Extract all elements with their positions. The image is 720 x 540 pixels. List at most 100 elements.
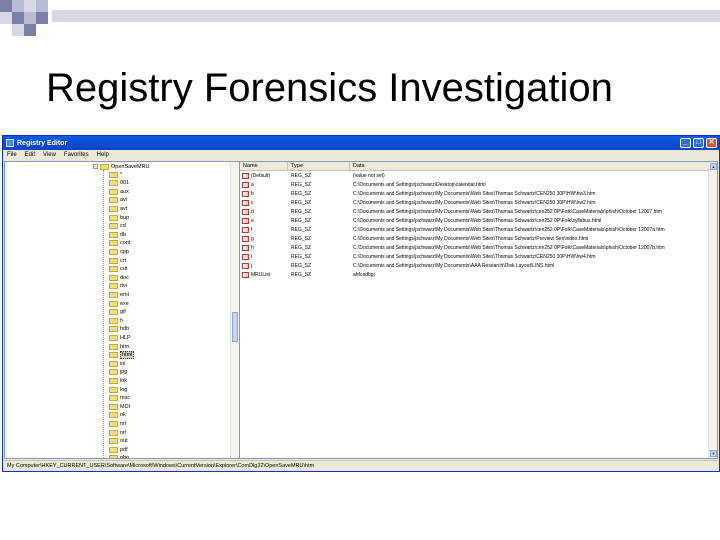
folder-icon (109, 455, 118, 458)
table-row[interactable]: e REG_SZ C:\Documents and Settings\jschwar… (240, 216, 717, 225)
values-list-pane[interactable]: Name Type Data (Default) REG_SZ (value not… (240, 161, 718, 459)
table-row[interactable]: i REG_SZ C:\Documents and Settings\jschwar… (240, 252, 717, 261)
menu-favorites[interactable]: Favorites (64, 152, 89, 158)
value-data-cell: C:\Documents and Settings\jschwarz\My Do… (353, 226, 665, 233)
close-button[interactable]: ✕ (706, 138, 717, 148)
tree-node-label: * (120, 171, 123, 178)
value-type-cell: REG_SZ (291, 208, 312, 215)
folder-icon (109, 309, 118, 316)
value-data-cell: C:\Documents and Settings\jschwarz\My Do… (353, 208, 662, 215)
tree-node-label: php (120, 455, 130, 459)
value-name: i (251, 253, 253, 260)
tree-node-label: cut (120, 266, 128, 273)
value-name: d (251, 208, 254, 215)
value-type-cell: REG_SZ (291, 226, 312, 233)
value-data-cell: C:\Documents and Settings\jschwarz\Deskt… (353, 181, 486, 188)
reg-string-icon (242, 208, 249, 215)
maximize-button[interactable]: □ (693, 138, 704, 148)
decoration-square (24, 24, 36, 36)
folder-icon (109, 231, 118, 238)
window-titlebar[interactable]: Registry Editor _ □ ✕ (3, 136, 719, 150)
tree-scroll-thumb[interactable] (232, 312, 238, 342)
decoration-square (36, 12, 48, 24)
value-name: f (251, 226, 253, 233)
table-row[interactable]: (Default) REG_SZ (value not set) (240, 171, 717, 180)
decoration-square (36, 0, 48, 12)
decoration-square (12, 24, 24, 36)
tree-node-label: htm (120, 343, 130, 350)
list-scrollbar[interactable]: ▲ ▼ (708, 162, 717, 458)
tree-node-label: ini (120, 360, 126, 367)
scroll-up-arrow-icon[interactable]: ▲ (710, 163, 717, 170)
table-row[interactable]: b REG_SZ C:\Documents and Settings\jschwar… (240, 189, 717, 198)
value-data-cell: C:\Documents and Settings\jschwarz\My Do… (353, 199, 596, 206)
table-row[interactable]: c REG_SZ C:\Documents and Settings\jschwar… (240, 198, 717, 207)
menu-file[interactable]: File (7, 152, 17, 158)
tree-node-label: nk (120, 412, 126, 419)
folder-icon (109, 274, 118, 281)
table-row[interactable]: d REG_SZ C:\Documents and Settings\jschwar… (240, 207, 717, 216)
table-row[interactable]: a REG_SZ C:\Documents and Settings\jschwar… (240, 180, 717, 189)
menu-edit[interactable]: Edit (25, 152, 35, 158)
folder-icon (109, 197, 118, 204)
key-tree-pane[interactable]: − OpenSaveMRU * 001 aux avi avt bup cd db cont cpp c… (4, 161, 240, 459)
tree-node-label: lnk (120, 377, 128, 384)
tree-node-label: HLP (120, 334, 131, 341)
folder-icon (109, 283, 118, 290)
value-name-cell: h (240, 244, 288, 251)
value-name: c (251, 199, 254, 206)
table-row[interactable]: MRUList REG_SZ ahfcedbgi (240, 270, 717, 279)
value-type-cell: REG_SZ (291, 172, 312, 179)
tree-node-label: out (120, 438, 128, 445)
table-row[interactable]: f REG_SZ C:\Documents and Settings\jschwar… (240, 225, 717, 234)
value-name: h (251, 244, 254, 251)
value-name: (Default) (251, 172, 271, 179)
folder-icon (109, 223, 118, 230)
column-header-type[interactable]: Type (288, 162, 350, 170)
folder-icon (109, 171, 118, 178)
table-row[interactable]: h REG_SZ C:\Documents and Settings\jschwar… (240, 243, 717, 252)
list-header: Name Type Data (240, 162, 717, 171)
tree-node-label: hdb (120, 326, 130, 333)
reg-string-icon (242, 271, 249, 278)
menu-view[interactable]: View (43, 152, 56, 158)
column-header-data[interactable]: Data (350, 162, 717, 170)
value-name: g (251, 235, 254, 242)
value-name-cell: a (240, 181, 288, 188)
tree-node-label: cpp (120, 248, 129, 255)
column-header-name[interactable]: Name (240, 162, 288, 170)
registry-editor-icon (6, 139, 14, 147)
menu-bar: File Edit View Favorites Help (3, 150, 719, 160)
minimize-button[interactable]: _ (680, 138, 691, 148)
tree-node[interactable]: php (109, 454, 130, 459)
folder-icon (109, 352, 118, 359)
value-type-cell: REG_SZ (291, 244, 312, 251)
decoration-square (24, 0, 36, 12)
folder-icon (109, 395, 118, 402)
folder-icon (109, 360, 118, 367)
folder-icon (109, 403, 118, 410)
slide-title: Registry Forensics Investigation (46, 66, 613, 110)
decoration-square (24, 12, 36, 24)
folder-icon (109, 180, 118, 187)
menu-help[interactable]: Help (97, 152, 109, 158)
collapse-icon[interactable]: − (93, 164, 98, 169)
folder-icon (109, 291, 118, 298)
tree-node-label: MDI (120, 403, 131, 410)
table-row[interactable]: g REG_SZ C:\Documents and Settings\jschwar… (240, 234, 717, 243)
value-name-cell: e (240, 217, 288, 224)
tree-node-label: crt (120, 257, 127, 264)
tree-node-label: jpg (120, 369, 128, 376)
value-name-cell: (Default) (240, 172, 288, 179)
table-row[interactable]: j REG_SZ C:\Documents and Settings\jschwar… (240, 261, 717, 270)
value-name: j (251, 262, 253, 269)
tree-node-label: OpenSaveMRU (111, 163, 150, 170)
reg-string-icon (242, 199, 249, 206)
scroll-down-arrow-icon[interactable]: ▼ (710, 450, 717, 457)
folder-icon (109, 317, 118, 324)
value-name-cell: f (240, 226, 288, 233)
tree-node-label: aux (120, 188, 129, 195)
decoration-square (0, 12, 12, 24)
tree-node-label: bup (120, 214, 130, 221)
tree-scrollbar[interactable] (230, 162, 239, 458)
